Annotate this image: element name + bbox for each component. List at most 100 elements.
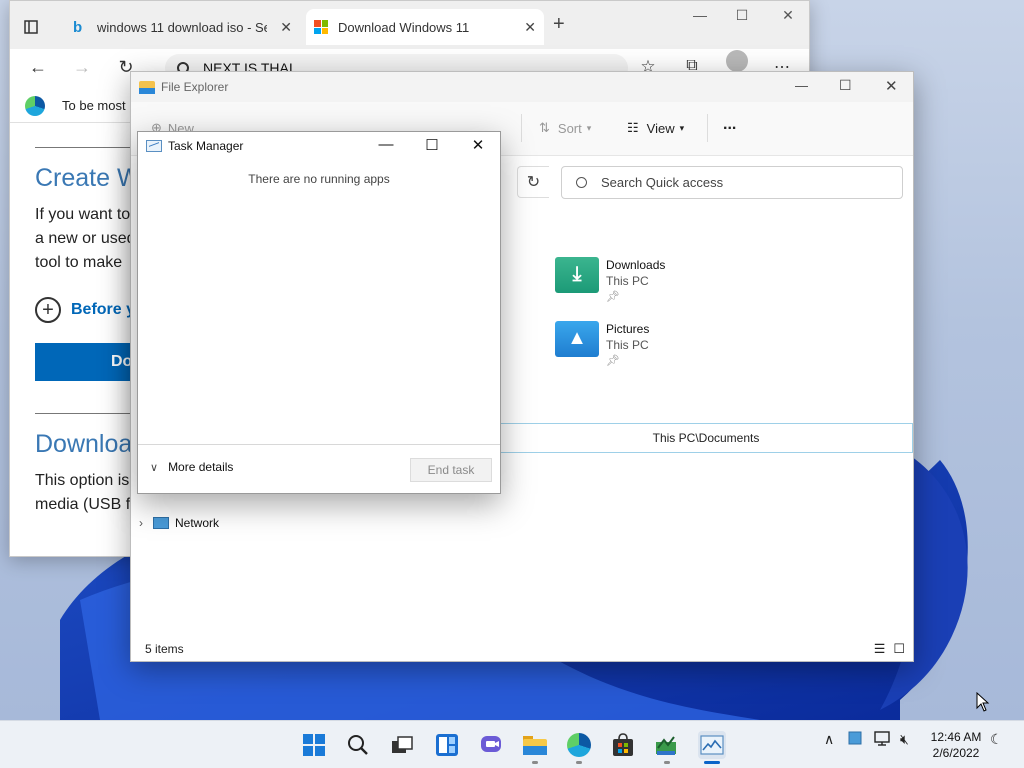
tab-label: windows 11 download iso - Sear [97, 19, 267, 35]
clock-time: 12:46 AM [930, 730, 982, 744]
item-meta: Pictures This PC 📌︎ [606, 321, 649, 369]
pin-icon: 📌︎ [606, 291, 620, 303]
widgets-button[interactable] [434, 732, 460, 758]
window-title: Task Manager [168, 139, 244, 153]
nav-label: Network [175, 516, 220, 530]
back-icon[interactable]: ← [26, 57, 50, 78]
file-explorer-taskbar-button[interactable] [522, 732, 548, 758]
quick-access-pictures[interactable]: ▲ Pictures This PC 📌︎ [555, 321, 649, 369]
active-indicator [704, 761, 720, 764]
taskbar: ∧ 🔇︎ 12:46 AM 2/6/2022 ☾ [0, 720, 1024, 768]
clock-date: 2/6/2022 [932, 746, 980, 760]
browser-tabstrip: b windows 11 download iso - Sear ✕ Downl… [10, 1, 809, 49]
store-icon [613, 733, 633, 756]
more-details-button[interactable]: ∨ More details [150, 460, 233, 474]
pin-icon: 📌︎ [606, 355, 620, 367]
view-toggle: ☰ ☐ [874, 641, 905, 657]
details-view-icon[interactable]: ☰ [874, 641, 886, 657]
end-task-button[interactable]: End task [410, 458, 492, 482]
search-input[interactable]: Search Quick access [561, 166, 903, 199]
new-tab-button[interactable]: + [553, 13, 565, 36]
system-clock[interactable]: 12:46 AM 2/6/2022 [930, 729, 982, 761]
chevron-right-icon[interactable]: › [139, 516, 143, 530]
nav-item-network[interactable]: › Network [139, 516, 219, 530]
taskmgr-titlebar: Task Manager — ☐ ✕ [138, 132, 500, 160]
refresh-icon[interactable]: ↻ [517, 166, 549, 198]
folder-icon [139, 80, 155, 94]
task-manager-icon [146, 140, 162, 152]
divider [707, 114, 708, 142]
sort-button[interactable]: ⇅ Sort ▾ [539, 120, 591, 136]
maximize-button[interactable]: ☐ [839, 77, 852, 94]
maximize-button[interactable]: ☐ [732, 7, 752, 24]
network-icon [153, 517, 169, 529]
close-tab-icon[interactable]: ✕ [524, 19, 536, 36]
chevron-down-icon: ∨ [150, 461, 159, 474]
close-button[interactable]: ✕ [778, 7, 798, 24]
running-indicator [532, 761, 538, 764]
tab-bing-search[interactable]: b windows 11 download iso - Sear ✕ [65, 9, 300, 45]
more-details-label: More details [168, 460, 234, 474]
item-count: 5 items [145, 642, 184, 656]
forward-icon[interactable]: → [70, 57, 94, 78]
view-label: View [646, 120, 675, 136]
microsoft-icon [314, 20, 328, 34]
tab-download-windows[interactable]: Download Windows 11 ✕ [306, 9, 544, 45]
minimize-button[interactable]: — [690, 7, 710, 23]
maximize-button[interactable]: ☐ [420, 136, 444, 154]
profile-avatar[interactable] [726, 50, 748, 72]
minimize-button[interactable]: — [374, 136, 398, 153]
folder-icon [523, 736, 547, 755]
tab-actions-icon[interactable] [18, 9, 44, 45]
explorer-titlebar: File Explorer — ☐ ✕ [131, 72, 913, 102]
chevron-up-icon[interactable]: ∧ [824, 731, 834, 748]
search-icon [348, 735, 368, 755]
pictures-folder-icon: ▲ [555, 321, 599, 357]
close-tab-icon[interactable]: ✕ [280, 19, 292, 36]
minimize-button[interactable]: — [795, 78, 808, 93]
mouse-cursor-icon [976, 692, 990, 712]
quick-access-downloads[interactable]: ⤓ Downloads This PC 📌︎ [555, 257, 665, 305]
plus-icon: + [35, 297, 61, 323]
network-tray-icon[interactable] [874, 731, 892, 750]
task-manager-icon [700, 735, 724, 755]
item-name: Pictures [606, 322, 650, 336]
sort-icon: ⇅ [539, 120, 550, 135]
task-view-icon [392, 736, 413, 753]
search-button[interactable] [345, 732, 371, 758]
item-meta: Downloads This PC 📌︎ [606, 257, 665, 305]
notice-text: To be most p [62, 98, 137, 113]
status-bar: 5 items [131, 637, 913, 661]
windows-icon [303, 734, 325, 756]
edge-taskbar-button[interactable] [566, 732, 592, 758]
focus-assist-icon[interactable]: ☾ [990, 731, 1003, 748]
volume-muted-icon[interactable]: 🔇︎ [900, 731, 909, 748]
task-manager-window[interactable]: Task Manager — ☐ ✕ There are no running … [137, 131, 501, 494]
chat-button[interactable] [478, 732, 504, 758]
running-indicator [576, 761, 582, 764]
view-icon: ☷ [627, 120, 639, 135]
item-location: This PC [606, 274, 649, 288]
edge-icon [567, 733, 591, 757]
search-placeholder: Search Quick access [601, 175, 724, 190]
taskmgr-footer: ∨ More details End task [138, 444, 500, 493]
more-options-button[interactable]: ... [723, 116, 736, 134]
sort-label: Sort [557, 120, 582, 136]
item-location: This PC [606, 338, 649, 352]
tray-app-icon[interactable] [848, 731, 862, 748]
view-button[interactable]: ☷ View ▾ [627, 120, 684, 136]
chevron-down-icon: ▾ [586, 122, 592, 133]
close-button[interactable]: ✕ [885, 77, 898, 95]
path-tooltip: This PC\Documents [499, 423, 913, 453]
item-name: Downloads [606, 258, 666, 272]
store-button[interactable] [610, 732, 636, 758]
running-indicator [664, 761, 670, 764]
tiles-view-icon[interactable]: ☐ [893, 641, 905, 657]
app-taskbar-button[interactable] [654, 732, 680, 758]
close-button[interactable]: ✕ [466, 136, 490, 154]
bing-icon: b [73, 19, 83, 36]
task-view-button[interactable] [389, 732, 415, 758]
window-title: File Explorer [161, 80, 229, 94]
start-button[interactable] [301, 732, 327, 758]
task-manager-taskbar-button[interactable] [698, 731, 726, 759]
